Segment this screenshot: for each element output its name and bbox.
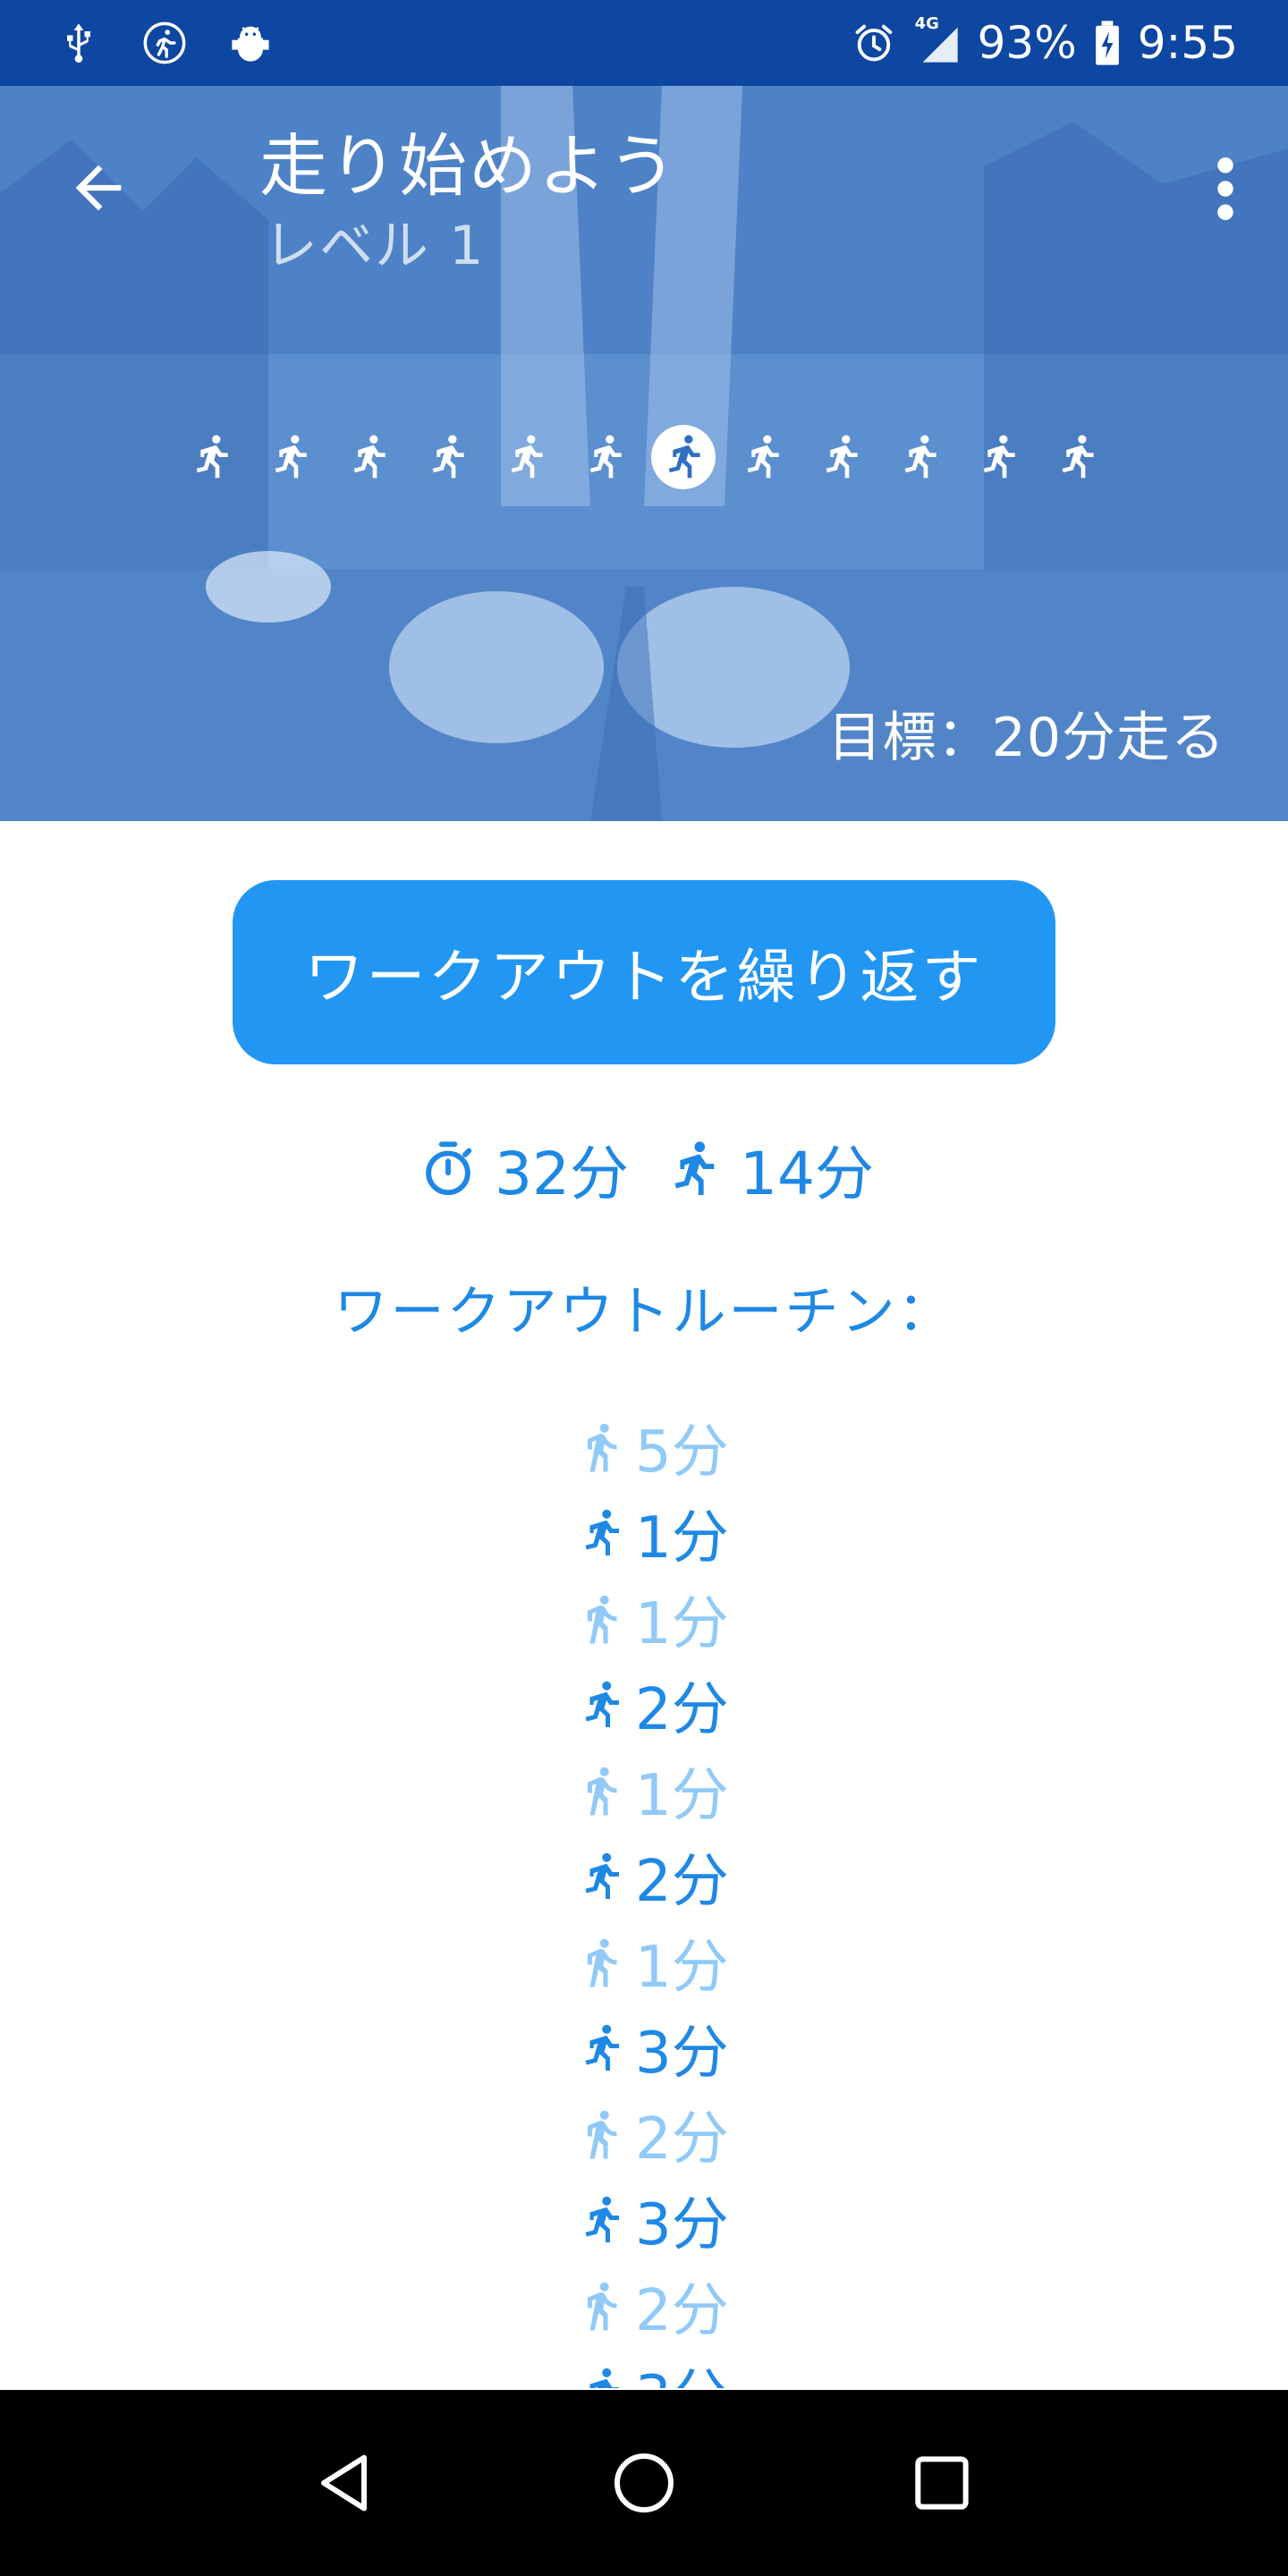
page-subtitle: レベル 1 <box>264 215 486 277</box>
walk-icon <box>572 1759 630 1822</box>
nav-back-icon <box>320 2454 367 2512</box>
status-bar: 4G 93% 9:55 <box>0 0 1288 86</box>
system-navigation-bar <box>0 2390 1288 2576</box>
routine-item-run: 3分 <box>572 2349 841 2388</box>
hero-header: 走り始めよう レベル 1 目標：20分走る <box>0 86 1288 821</box>
routine-item-run: 3分 <box>572 2005 841 2091</box>
run-icon <box>659 1135 727 1203</box>
page-title: 走り始めよう <box>259 126 678 206</box>
run-time: 14分 <box>740 1140 874 1208</box>
more-vert-icon <box>1217 157 1233 220</box>
goal-text: 目標：20分走る <box>827 707 1225 769</box>
routine-item-duration: 2分 <box>635 1677 729 1743</box>
run-icon <box>572 1845 630 1908</box>
routine-item-walk: 1分 <box>572 1919 841 2005</box>
walk-icon <box>572 2275 630 2337</box>
level-current-indicator[interactable] <box>651 425 716 489</box>
battery-percent: 93% <box>977 17 1077 69</box>
routine-item-duration: 3分 <box>635 2021 729 2087</box>
run-icon <box>432 435 464 479</box>
routine-item-walk: 5分 <box>572 1404 841 1490</box>
repeat-workout-button[interactable]: ワークアウトを繰り返す <box>233 880 1055 1064</box>
routine-list: 5分 1分 1分 2分 1分 2分 1分 3分 2分 3分 2分 3分 <box>572 1404 841 2388</box>
clock: 9:55 <box>1137 17 1238 69</box>
run-icon <box>747 435 779 479</box>
routine-item-run: 2分 <box>572 1834 841 1919</box>
run-icon <box>572 2017 630 2080</box>
total-time: 32分 <box>495 1140 629 1208</box>
level-progress <box>179 417 1109 497</box>
nav-home-button[interactable] <box>590 2429 698 2537</box>
walk-icon <box>572 2103 630 2165</box>
battery-icon <box>1091 18 1123 68</box>
level-indicator[interactable] <box>258 425 322 489</box>
routine-item-run: 3分 <box>572 2177 841 2263</box>
walk-icon <box>572 1931 630 1994</box>
arrow-back-icon <box>75 165 122 211</box>
routine-item-walk: 1分 <box>572 1576 841 1662</box>
routine-item-duration: 3分 <box>635 2192 729 2258</box>
app-screen: 4G 93% 9:55 走り始めよう レベル 1 目標：20分走る ワークアウト… <box>0 0 1288 2576</box>
level-indicator[interactable] <box>887 425 952 489</box>
run-icon <box>826 435 858 479</box>
routine-item-walk: 1分 <box>572 1748 841 1834</box>
run-icon <box>904 435 936 479</box>
run-icon <box>572 1502 630 1564</box>
workout-stats: 32分 14分 <box>0 1129 1288 1209</box>
level-indicator[interactable] <box>336 425 401 489</box>
run-icon <box>983 435 1015 479</box>
run-icon <box>572 2360 630 2388</box>
routine-item-duration: 2分 <box>635 1849 729 1915</box>
run-icon <box>196 435 228 479</box>
alarm-icon <box>849 18 899 68</box>
signal-icon: 4G <box>913 14 963 68</box>
level-indicator[interactable] <box>494 425 558 489</box>
nav-recents-icon <box>915 2456 969 2510</box>
android-debug-icon <box>225 18 275 68</box>
run-icon <box>668 435 700 479</box>
routine-item-duration: 1分 <box>635 1935 729 2001</box>
routine-item-duration: 3分 <box>635 2351 729 2388</box>
level-indicator[interactable] <box>730 425 794 489</box>
routine-item-duration: 2分 <box>635 2278 729 2344</box>
routine-item-run: 2分 <box>572 1662 841 1748</box>
level-indicator[interactable] <box>809 425 873 489</box>
level-indicator[interactable] <box>572 425 637 489</box>
run-icon <box>572 2189 630 2251</box>
level-indicator[interactable] <box>966 425 1030 489</box>
routine-item-duration: 5分 <box>635 1419 729 1486</box>
routine-title: ワークアウトルーチン： <box>334 1281 954 1343</box>
walk-icon <box>572 1588 630 1650</box>
routine-item-duration: 1分 <box>635 1591 729 1657</box>
back-button[interactable] <box>55 145 141 231</box>
network-type: 4G <box>914 14 939 33</box>
walk-icon <box>572 1416 630 1479</box>
routine-item-duration: 1分 <box>635 1763 729 1829</box>
level-indicator[interactable] <box>1045 425 1109 489</box>
routine-item-duration: 1分 <box>635 1505 729 1572</box>
run-icon <box>572 1674 630 1736</box>
nav-recents-button[interactable] <box>888 2429 996 2537</box>
stopwatch-icon <box>414 1135 482 1203</box>
level-indicator[interactable] <box>415 425 479 489</box>
level-indicator[interactable] <box>179 425 243 489</box>
run-icon <box>353 435 386 479</box>
nav-back-button[interactable] <box>292 2429 400 2537</box>
routine-item-walk: 2分 <box>572 2263 841 2349</box>
run-icon <box>589 435 622 479</box>
more-options-button[interactable] <box>1190 140 1261 238</box>
usb-icon <box>54 18 104 68</box>
run-icon <box>1062 435 1094 479</box>
routine-item-run: 1分 <box>572 1490 841 1576</box>
routine-item-walk: 2分 <box>572 2091 841 2177</box>
running-app-icon <box>140 18 190 68</box>
run-icon <box>511 435 543 479</box>
nav-home-icon <box>614 2453 674 2512</box>
routine-item-duration: 2分 <box>635 2106 729 2173</box>
run-icon <box>275 435 307 479</box>
